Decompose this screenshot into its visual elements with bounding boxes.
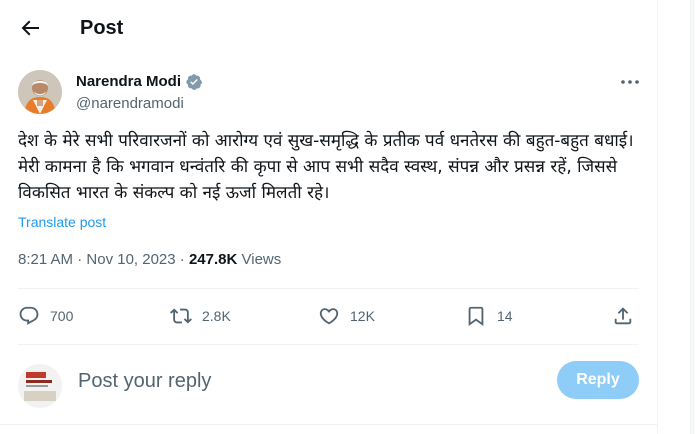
translate-link[interactable]: Translate post bbox=[18, 213, 106, 231]
post-time[interactable]: 8:21 AM bbox=[18, 251, 73, 268]
share-icon bbox=[614, 307, 632, 325]
like-action[interactable]: 12K bbox=[318, 298, 375, 334]
divider bbox=[0, 424, 657, 425]
author-handle[interactable]: @narendramodi bbox=[76, 94, 184, 114]
reply-input[interactable]: Post your reply bbox=[78, 368, 211, 394]
author-name[interactable]: Narendra Modi bbox=[76, 72, 181, 92]
bookmark-count: 14 bbox=[497, 308, 513, 324]
bookmark-action[interactable]: 14 bbox=[465, 298, 513, 334]
repost-action[interactable]: 2.8K bbox=[170, 298, 231, 334]
post-meta: 8:21 AM · Nov 10, 2023 · 247.8K Views bbox=[18, 250, 281, 270]
arrow-left-icon[interactable] bbox=[18, 16, 42, 40]
bookmark-icon bbox=[468, 306, 484, 327]
meta-separator: · bbox=[77, 251, 83, 268]
more-options-icon[interactable] bbox=[618, 70, 642, 94]
author-row: Narendra Modi bbox=[76, 72, 203, 92]
meta-separator: · bbox=[179, 251, 185, 268]
page-title: Post bbox=[80, 17, 124, 39]
verified-badge-icon[interactable] bbox=[185, 73, 203, 91]
user-avatar[interactable] bbox=[18, 364, 62, 408]
reply-count: 700 bbox=[50, 308, 74, 324]
divider bbox=[18, 288, 639, 289]
views-label: Views bbox=[241, 251, 282, 268]
post-column: Post Narendra Modi @narendramodi देश के … bbox=[0, 0, 658, 434]
right-sidebar-edge bbox=[690, 0, 695, 434]
avatar[interactable] bbox=[18, 70, 62, 114]
repost-count: 2.8K bbox=[202, 308, 231, 324]
reply-action[interactable]: 700 bbox=[18, 298, 73, 334]
like-count: 12K bbox=[350, 308, 375, 324]
reply-icon bbox=[19, 306, 39, 325]
views-count: 247.8K bbox=[188, 251, 238, 268]
share-action[interactable] bbox=[612, 298, 634, 334]
divider bbox=[18, 344, 639, 345]
heart-icon bbox=[319, 308, 339, 325]
header: Post bbox=[0, 0, 657, 56]
action-bar: 700 2.8K 12K 14 bbox=[18, 298, 639, 334]
post-text: देश के मेरे सभी परिवारजनों को आरोग्य एवं… bbox=[18, 131, 634, 203]
repost-icon bbox=[170, 308, 192, 324]
reply-button[interactable]: Reply bbox=[557, 361, 639, 399]
post-date[interactable]: Nov 10, 2023 bbox=[86, 251, 175, 268]
